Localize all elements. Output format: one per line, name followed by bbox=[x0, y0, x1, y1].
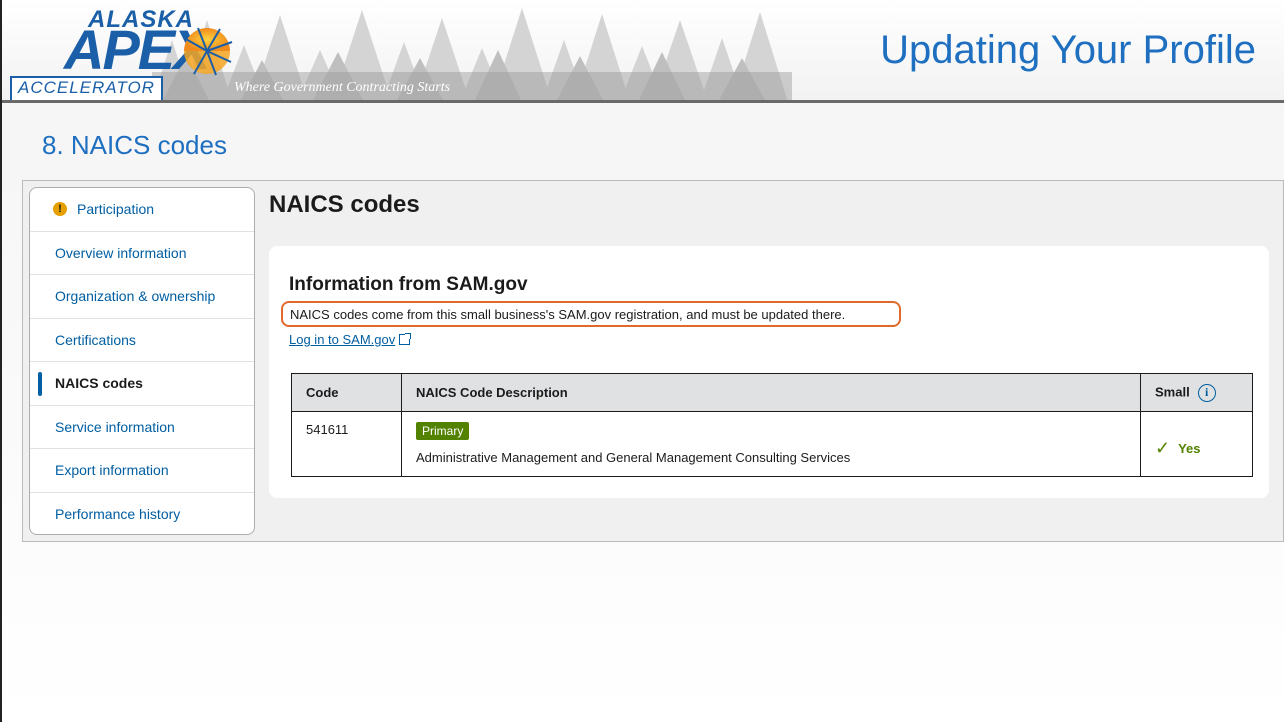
screenshot-panel: ! Participation Overview information Org… bbox=[22, 180, 1284, 542]
info-icon[interactable]: i bbox=[1197, 383, 1216, 402]
sidebar-item-performance-history[interactable]: Performance history bbox=[30, 493, 254, 535]
sun-burst-icon bbox=[183, 27, 233, 76]
primary-badge: Primary bbox=[416, 422, 470, 440]
table-row: 541611 Primary Administrative Management… bbox=[291, 411, 1253, 477]
sam-note-callout: NAICS codes come from this small busines… bbox=[281, 301, 901, 327]
warning-icon: ! bbox=[53, 202, 67, 217]
sidebar-item-overview-information[interactable]: Overview information bbox=[30, 232, 254, 275]
sidebar-item-export-information[interactable]: Export information bbox=[30, 449, 254, 493]
sidebar-item-label: Export information bbox=[55, 462, 169, 479]
apex-accelerator-logo: ALASKA APEX ACCELERATOR bbox=[8, 6, 248, 102]
page-title: Updating Your Profile bbox=[880, 28, 1256, 72]
logo-accelerator-text: ACCELERATOR bbox=[10, 76, 163, 102]
side-navigation: ! Participation Overview information Org… bbox=[29, 187, 255, 535]
sidebar-item-participation[interactable]: ! Participation bbox=[30, 188, 254, 232]
sidebar-item-naics-codes[interactable]: NAICS codes bbox=[30, 362, 254, 406]
sidebar-item-certifications[interactable]: Certifications bbox=[30, 319, 254, 362]
small-status-cell: ✓ Yes bbox=[1140, 411, 1253, 477]
check-icon: ✓ bbox=[1155, 438, 1171, 458]
naics-description-cell: Primary Administrative Management and Ge… bbox=[401, 411, 1141, 477]
sidebar-item-label: Certifications bbox=[55, 331, 136, 348]
small-status-label: Yes bbox=[1178, 441, 1201, 456]
header-banner: ALASKA APEX ACCELERATOR Where Government… bbox=[2, 0, 1284, 102]
sidebar-item-label: Service information bbox=[55, 418, 175, 435]
sidebar-item-service-information[interactable]: Service information bbox=[30, 406, 254, 449]
external-link-icon bbox=[399, 333, 412, 345]
column-header-code: Code bbox=[291, 373, 402, 412]
sidebar-item-organization-ownership[interactable]: Organization & ownership bbox=[30, 275, 254, 319]
tagline: Where Government Contracting Starts bbox=[234, 80, 451, 95]
card-heading: Information from SAM.gov bbox=[289, 274, 528, 295]
column-header-small-label: Small bbox=[1155, 383, 1190, 399]
table-header-row: Code NAICS Code Description Small i bbox=[291, 373, 1253, 412]
sidebar-item-label: Performance history bbox=[55, 506, 181, 523]
naics-table: Code NAICS Code Description Small i 54161… bbox=[291, 373, 1253, 477]
main-title: NAICS codes bbox=[269, 191, 420, 218]
section-heading: 8. NAICS codes bbox=[42, 130, 227, 160]
naics-code: 541611 bbox=[306, 422, 349, 437]
header-divider bbox=[2, 100, 1284, 103]
sam-login-link-text: Log in to SAM.gov bbox=[289, 332, 396, 347]
small-status: ✓ Yes bbox=[1155, 438, 1238, 459]
sam-login-link[interactable]: Log in to SAM.gov bbox=[289, 332, 412, 347]
naics-code-cell: 541611 bbox=[291, 411, 402, 477]
slide: ALASKA APEX ACCELERATOR Where Government… bbox=[0, 0, 1284, 722]
column-header-small: Small i bbox=[1140, 373, 1253, 412]
sidebar-item-label: NAICS codes bbox=[55, 375, 143, 392]
naics-description: Administrative Management and General Ma… bbox=[416, 450, 851, 465]
sam-note-text: NAICS codes come from this small busines… bbox=[290, 306, 846, 322]
column-header-description: NAICS Code Description bbox=[401, 373, 1141, 412]
sidebar-item-label: Overview information bbox=[55, 244, 187, 261]
sidebar-item-label: Organization & ownership bbox=[55, 288, 216, 305]
sam-info-card: Information from SAM.gov NAICS codes com… bbox=[269, 246, 1269, 498]
sidebar-item-label: Participation bbox=[77, 201, 155, 218]
